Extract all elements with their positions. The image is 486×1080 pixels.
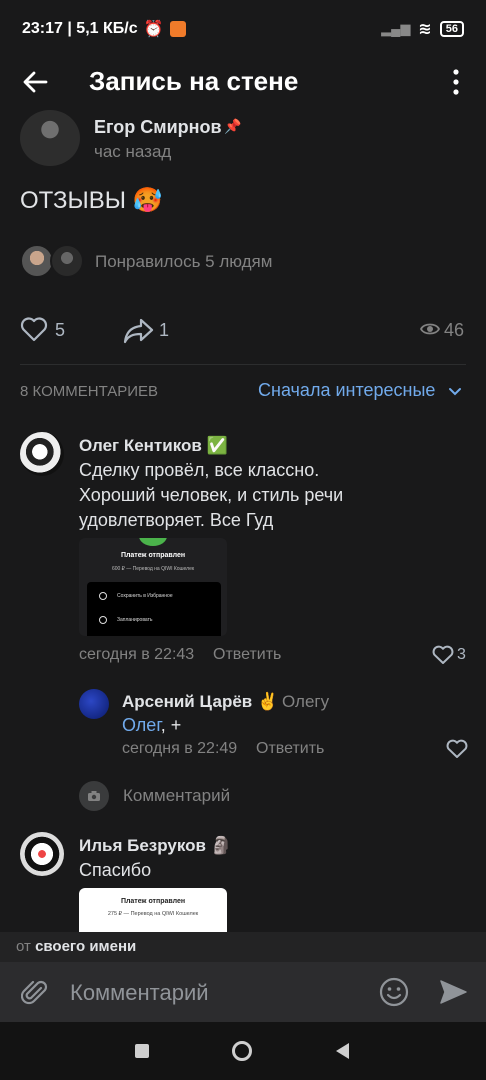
status-bar: 23:17 | 5,1 КБ/с ⏰ ▂▄▆ ≋ 56 bbox=[0, 0, 486, 58]
liked-by-avatars[interactable] bbox=[20, 244, 90, 278]
reply-button[interactable]: Ответить bbox=[213, 646, 281, 664]
system-back-button[interactable] bbox=[336, 1043, 349, 1059]
post-as-selector[interactable]: от своего имени bbox=[0, 932, 486, 962]
battery-icon: 56 bbox=[439, 21, 464, 37]
attachment-menu: Сохранить в Избранное Запланировать bbox=[87, 582, 221, 636]
comment-avatar[interactable] bbox=[20, 832, 64, 876]
comment-author[interactable]: Олег Кентиков ✅ bbox=[79, 436, 228, 456]
paperclip-icon[interactable] bbox=[21, 978, 49, 1008]
comment-text: Олег, + bbox=[122, 713, 181, 738]
avatar bbox=[20, 244, 54, 278]
comment-author[interactable]: Илья Безруков 🗿 bbox=[79, 836, 232, 856]
reply-button[interactable]: Ответить bbox=[256, 740, 324, 758]
recent-apps-button[interactable] bbox=[135, 1044, 149, 1058]
back-arrow-icon[interactable] bbox=[20, 67, 50, 97]
top-app-bar: Запись на стене bbox=[0, 58, 486, 106]
comment-author[interactable]: Арсений Царёв ✌️ bbox=[122, 692, 278, 712]
comment-input-bar bbox=[0, 962, 486, 1022]
comments-count: 8 КОММЕНТАРИЕВ bbox=[20, 383, 159, 400]
post-time: час назад bbox=[94, 142, 172, 161]
views-count: 46 bbox=[444, 320, 465, 340]
comment-text: Спасибо bbox=[79, 860, 152, 880]
post-actions: 5 1 46 bbox=[20, 312, 466, 348]
comment-like-count: 3 bbox=[457, 646, 466, 663]
clock-icon bbox=[99, 616, 107, 624]
status-time-speed: 23:17 | 5,1 КБ/с bbox=[22, 20, 138, 37]
comment-time: сегодня в 22:49 bbox=[122, 740, 238, 757]
avatar bbox=[50, 244, 84, 278]
views-eye-icon bbox=[420, 323, 440, 335]
attachment-title: Платеж отправлен bbox=[120, 552, 186, 559]
shares-count: 1 bbox=[159, 320, 170, 340]
star-icon bbox=[99, 592, 107, 600]
comment-attachment-image[interactable]: Платеж отправлен 275 ₽ — Перевод на QIWI… bbox=[79, 888, 227, 934]
post-as-prefix: от bbox=[16, 938, 31, 955]
post-as-value[interactable]: своего имени bbox=[35, 938, 136, 955]
user-mention-link[interactable]: Олег bbox=[122, 715, 161, 735]
page-title: Запись на стене bbox=[89, 66, 299, 96]
comment-like-icon[interactable] bbox=[432, 645, 454, 665]
comment-avatar[interactable] bbox=[79, 689, 109, 719]
author-avatar[interactable] bbox=[20, 110, 80, 166]
chevron-down-icon[interactable] bbox=[448, 385, 462, 399]
thread-reply-input[interactable]: Комментарий bbox=[123, 786, 230, 806]
system-nav-bar bbox=[0, 1022, 486, 1080]
reply-to-user[interactable]: Олегу bbox=[282, 692, 329, 712]
comment-text: Сделку провёл, все классно. Хороший чело… bbox=[79, 460, 344, 530]
comments-sort-dropdown[interactable]: Сначала интересные bbox=[258, 380, 435, 401]
comment-input[interactable] bbox=[60, 972, 360, 1014]
app-notification-icon bbox=[169, 21, 186, 37]
attachment-menu-item: Сохранить в Избранное bbox=[117, 593, 173, 599]
like-heart-icon[interactable] bbox=[20, 316, 48, 342]
comment-text-rest: , + bbox=[160, 715, 182, 735]
author-name[interactable]: Егор Смирнов bbox=[94, 117, 222, 138]
comment-time: сегодня в 22:43 bbox=[79, 646, 195, 663]
attachment-subtitle: 275 ₽ — Перевод на QIWI Кошелек bbox=[107, 911, 199, 917]
comment-attachment-image[interactable]: Платеж отправлен 600 ₽ — Перевод на QIWI… bbox=[79, 538, 227, 636]
comment-avatar[interactable] bbox=[20, 432, 64, 476]
divider bbox=[20, 364, 466, 365]
liked-by-text[interactable]: Понравилось 5 людям bbox=[95, 252, 272, 272]
attachment-subtitle: 600 ₽ — Перевод на QIWI Кошелек bbox=[111, 566, 195, 572]
success-badge bbox=[139, 538, 167, 546]
emoji-icon[interactable] bbox=[379, 977, 409, 1007]
send-icon[interactable] bbox=[439, 978, 467, 1006]
alarm-icon: ⏰ bbox=[143, 21, 164, 38]
likes-count: 5 bbox=[55, 320, 66, 340]
home-button[interactable] bbox=[232, 1041, 252, 1061]
more-options-icon[interactable] bbox=[446, 66, 466, 98]
pin-icon: 📌 bbox=[224, 118, 242, 134]
signal-icon: ▂▄▆ bbox=[381, 21, 411, 36]
wifi-icon: ≋ bbox=[418, 21, 432, 38]
post-text: ОТЗЫВЫ 🥵 bbox=[20, 187, 163, 214]
camera-icon bbox=[88, 791, 100, 801]
share-icon[interactable] bbox=[123, 316, 155, 344]
attachment-menu-item: Запланировать bbox=[117, 617, 153, 623]
attachment-title: Платеж отправлен bbox=[120, 898, 186, 905]
comment-like-icon[interactable] bbox=[446, 739, 468, 759]
